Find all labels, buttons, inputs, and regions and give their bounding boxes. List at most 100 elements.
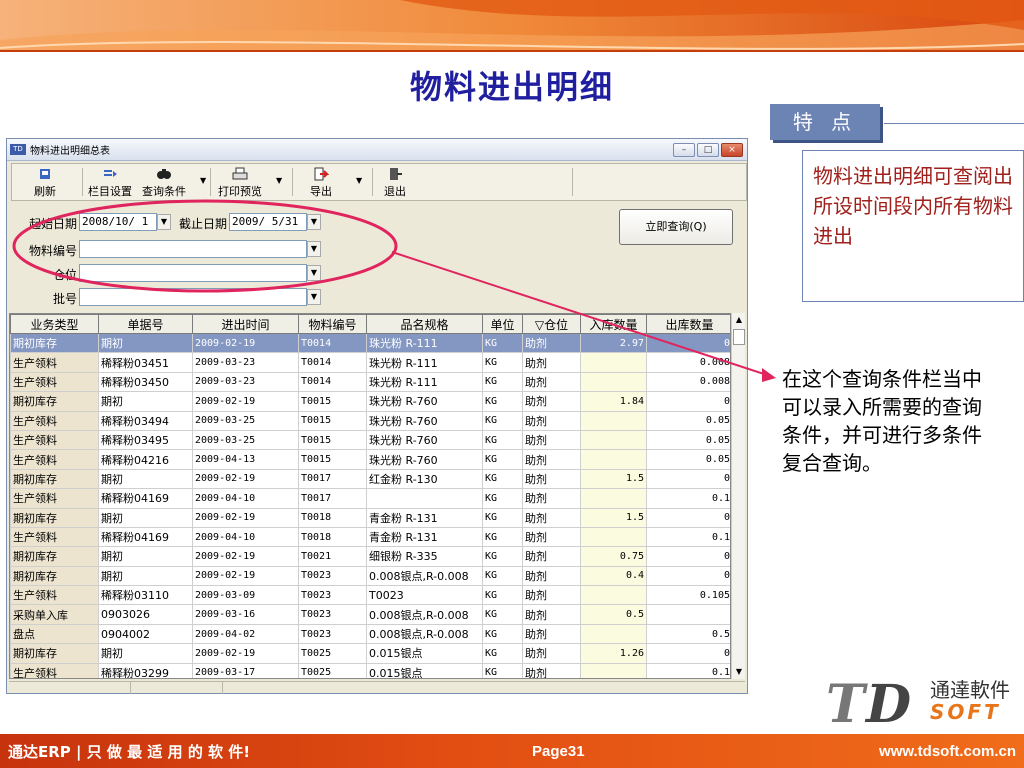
- batch-dropdown-icon[interactable]: ▼: [307, 289, 321, 305]
- table-cell: 稀释粉03299: [98, 662, 193, 678]
- table-cell: 期初库存: [10, 332, 99, 354]
- column-header[interactable]: 出库数量: [646, 314, 730, 334]
- table-row[interactable]: 生产领料 稀释粉04169 2009-04-10 T0018 青金粉 R-131 KG 助剂…: [10, 526, 730, 548]
- column-header[interactable]: ▽仓位: [522, 314, 581, 334]
- table-row[interactable]: 采购单入库 0903026 2009-03-16 T0023 0.008银点,R-0.0…: [10, 604, 730, 625]
- table-row[interactable]: 期初库存 期初 2009-02-19 T0017 红金粉 R-130 KG 助剂 1.5 0: [10, 468, 730, 490]
- table-cell: 0.5: [646, 623, 730, 645]
- table-row[interactable]: 生产领料 稀释粉03495 2009-03-25 T0015 珠光粉 R-760 KG 助剂…: [10, 429, 730, 451]
- table-row[interactable]: 期初库存 期初 2009-02-19 T0018 青金粉 R-131 KG 助剂 1.5 0: [10, 507, 730, 528]
- table-cell: 2009-03-23: [192, 352, 299, 373]
- table-row[interactable]: 生产领料 稀释粉03110 2009-03-09 T0023 T0023 KG 助剂 0.10…: [10, 585, 730, 606]
- start-date-dropdown-icon[interactable]: ▼: [157, 214, 171, 230]
- table-cell: 助剂: [522, 449, 581, 470]
- column-settings-button[interactable]: 栏目设置: [88, 167, 132, 199]
- table-cell: [580, 488, 647, 509]
- table-cell: 稀释粉03110: [98, 585, 193, 606]
- table-row[interactable]: 生产领料 稀释粉03494 2009-03-25 T0015 珠光粉 R-760 KG 助剂…: [10, 410, 730, 431]
- maximize-button[interactable]: □: [697, 142, 719, 157]
- table-row[interactable]: 生产领料 稀释粉04169 2009-04-10 T0017 KG 助剂 0.1: [10, 488, 730, 509]
- table-cell: KG: [482, 662, 523, 678]
- table-row[interactable]: 期初库存 期初 2009-02-19 T0015 珠光粉 R-760 KG 助剂 1.84 0: [10, 391, 730, 412]
- table-cell: 生产领料: [10, 585, 99, 606]
- tdsoft-logo: T D 通達軟件 SOFT: [826, 668, 1022, 735]
- scroll-thumb[interactable]: [733, 329, 745, 345]
- end-date-dropdown-icon[interactable]: ▼: [307, 214, 321, 230]
- table-row[interactable]: 盘点 0904002 2009-04-02 T0023 0.008银点,R-0.008 K…: [10, 623, 730, 645]
- table-cell: 0.015银点: [366, 643, 483, 664]
- material-code-input[interactable]: [79, 240, 307, 258]
- table-row[interactable]: 期初库存 期初 2009-02-19 T0021 细银粉 R-335 KG 助剂 0.75 0: [10, 546, 730, 567]
- batch-input[interactable]: [79, 288, 307, 306]
- table-cell: T0018: [298, 507, 367, 528]
- refresh-button[interactable]: 刷新: [34, 167, 56, 199]
- table-cell: 稀释粉04169: [98, 526, 193, 548]
- column-header[interactable]: 业务类型: [10, 314, 99, 334]
- table-cell: 采购单入库: [10, 604, 99, 625]
- table-cell: 稀释粉03494: [98, 410, 193, 431]
- columns-icon: [104, 170, 117, 177]
- status-bar: [9, 681, 745, 694]
- table-cell: 助剂: [522, 391, 581, 412]
- table-row[interactable]: 生产领料 稀释粉03451 2009-03-23 T0014 珠光粉 R-111 KG 助剂…: [10, 352, 730, 373]
- column-header[interactable]: 单位: [482, 314, 523, 334]
- column-header[interactable]: 品名规格: [366, 314, 483, 334]
- column-header[interactable]: 进出时间: [192, 314, 299, 334]
- table-cell: 期初: [98, 332, 193, 354]
- table-row[interactable]: 生产领料 稀释粉03299 2009-03-17 T0025 0.015银点 KG 助剂 0.…: [10, 662, 730, 678]
- query-conditions-button[interactable]: 查询条件: [142, 167, 186, 199]
- start-date-input[interactable]: 2008/10/ 1: [79, 213, 157, 231]
- table-cell: 盘点: [10, 623, 99, 645]
- export-button[interactable]: 导出: [310, 167, 332, 199]
- column-header[interactable]: 物料编号: [298, 314, 367, 334]
- export-label: 导出: [310, 185, 332, 198]
- column-header[interactable]: 入库数量: [580, 314, 647, 334]
- table-row[interactable]: 期初库存 期初 2009-02-19 T0025 0.015银点 KG 助剂 1.26 0: [10, 643, 730, 664]
- table-cell: T0025: [298, 662, 367, 678]
- top-banner: [0, 0, 1024, 52]
- warehouse-input[interactable]: [79, 264, 307, 282]
- exit-button[interactable]: 退出: [384, 167, 406, 199]
- column-header[interactable]: 单据号: [98, 314, 193, 334]
- table-row[interactable]: 期初库存 期初 2009-02-19 T0023 0.008银点,R-0.008 KG 助剂…: [10, 565, 730, 587]
- table-cell: [580, 371, 647, 393]
- run-query-button[interactable]: 立即查询(Q): [619, 209, 733, 245]
- table-row[interactable]: 期初库存 期初 2009-02-19 T0014 珠光粉 R-111 KG 助剂 2.97 0: [10, 332, 730, 354]
- scroll-up-icon[interactable]: ▲: [732, 313, 746, 327]
- exit-label: 退出: [384, 185, 406, 198]
- table-row[interactable]: 生产领料 稀释粉03450 2009-03-23 T0014 珠光粉 R-111 KG 助剂…: [10, 371, 730, 393]
- table-cell: 助剂: [522, 604, 581, 625]
- table-cell: [580, 449, 647, 470]
- table-cell: 助剂: [522, 526, 581, 548]
- table-cell: KG: [482, 623, 523, 645]
- table-cell: T0017: [298, 488, 367, 509]
- table-cell: T0023: [366, 585, 483, 606]
- end-date-input[interactable]: 2009/ 5/31: [229, 213, 307, 231]
- table-cell: KG: [482, 429, 523, 451]
- table-cell: KG: [482, 643, 523, 664]
- export-dropdown-icon[interactable]: ▼: [356, 176, 362, 185]
- app-logo-icon: TD: [10, 144, 26, 155]
- close-button[interactable]: ×: [721, 142, 743, 157]
- table-cell: 2009-03-17: [192, 662, 299, 678]
- warehouse-dropdown-icon[interactable]: ▼: [307, 265, 321, 281]
- table-cell: 生产领料: [10, 371, 99, 393]
- query-dropdown-icon[interactable]: ▼: [200, 176, 206, 185]
- table-cell: 助剂: [522, 546, 581, 567]
- minimize-button[interactable]: –: [673, 142, 695, 157]
- print-preview-button[interactable]: 打印预览: [218, 167, 262, 199]
- logo-d-mark: D: [866, 674, 912, 735]
- table-cell: [580, 623, 647, 645]
- table-cell: 期初: [98, 468, 193, 490]
- results-grid[interactable]: 业务类型 单据号 进出时间 物料编号 品名规格 单位 ▽仓位 入库数量 出库数量 期初库存 期初 2…: [9, 313, 731, 679]
- page-number: Page31: [532, 743, 585, 760]
- material-code-dropdown-icon[interactable]: ▼: [307, 241, 321, 257]
- table-cell: KG: [482, 468, 523, 490]
- scroll-down-icon[interactable]: ▼: [732, 665, 746, 679]
- table-row[interactable]: 生产领料 稀释粉04216 2009-04-13 T0015 珠光粉 R-760 KG 助剂…: [10, 449, 730, 470]
- grid-vertical-scrollbar[interactable]: ▲ ▼: [731, 313, 745, 679]
- print-dropdown-icon[interactable]: ▼: [276, 176, 282, 185]
- table-cell: 助剂: [522, 643, 581, 664]
- table-cell: [366, 488, 483, 509]
- footer-slogan: 通达ERP | 只 做 最 适 用 的 软 件!: [8, 743, 251, 761]
